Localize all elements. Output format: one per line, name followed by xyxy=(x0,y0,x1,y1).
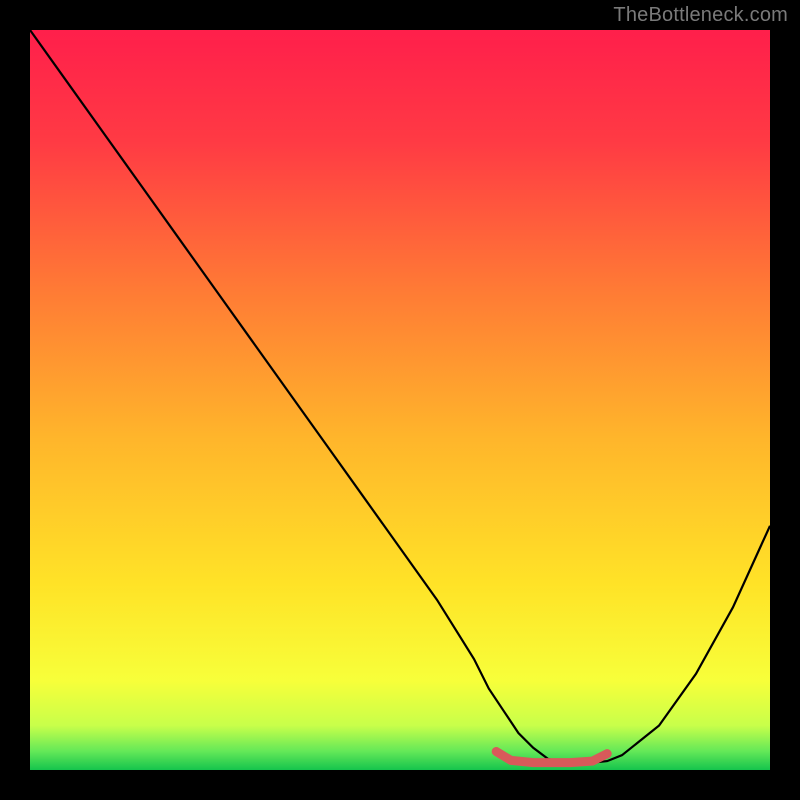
chart-svg xyxy=(30,30,770,770)
gradient-background xyxy=(30,30,770,770)
chart-frame xyxy=(30,30,770,770)
attribution-text: TheBottleneck.com xyxy=(613,4,788,27)
